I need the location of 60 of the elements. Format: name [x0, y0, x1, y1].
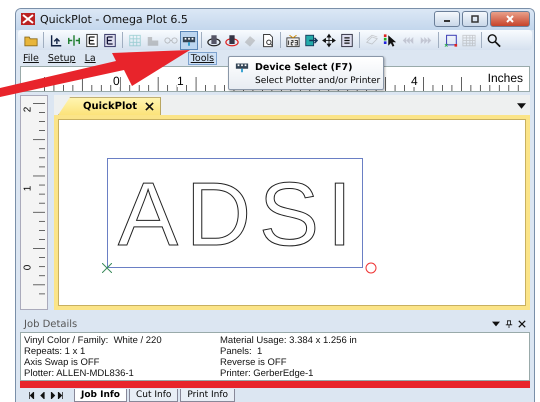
grid-icon: [128, 32, 142, 48]
app-logo-icon: [20, 11, 36, 28]
menu-item[interactable]: Tools: [188, 52, 218, 66]
pointer-icon: [383, 32, 397, 48]
origin-cross-icon: [102, 263, 112, 274]
minimize-button[interactable]: [434, 11, 460, 28]
detail-text: Repeats: 1 x 1: [24, 346, 86, 357]
toolbar-button[interactable]: [180, 30, 198, 50]
sheet-tab[interactable]: Print Info: [180, 388, 235, 402]
move-icon: [322, 32, 336, 48]
tooltip-title: Device Select (F7): [255, 62, 354, 72]
sheet-tab[interactable]: Cut Info: [128, 388, 178, 402]
menu-item[interactable]: La: [82, 52, 99, 66]
ruler-label: 1: [177, 74, 184, 87]
close-icon[interactable]: [518, 320, 526, 328]
print-preview-icon: [261, 32, 275, 48]
ruler-label: 1: [22, 186, 34, 192]
plotter-icon: [225, 32, 239, 48]
numbering-icon: [286, 32, 300, 48]
outlined-lettering: ADSI: [118, 165, 352, 266]
frame-icon: [340, 32, 354, 48]
tooltip-description: Select Plotter and/or Printer: [255, 76, 380, 86]
document-e-icon: [85, 32, 99, 48]
document-e-icon: [103, 32, 117, 48]
ruler-unit: Inches: [488, 70, 523, 85]
panel-title: Job Details: [24, 318, 78, 330]
dropdown-icon[interactable]: [492, 320, 500, 328]
dropdown-icon[interactable]: [517, 103, 526, 110]
detail-text: Plotter: ALLEN-MDL836-1: [24, 368, 135, 379]
sheet-tab[interactable]: Job Info: [74, 388, 127, 402]
maximize-button[interactable]: [462, 11, 488, 28]
close-icon: [505, 14, 515, 24]
detail-text: Axis Swap is OFF: [24, 357, 100, 368]
detail-text: Reverse is OFF: [220, 357, 288, 368]
detail-text: Material Usage: 3.384 x 1.256 in: [220, 335, 358, 346]
ruler-label: 0: [22, 264, 34, 270]
end-point-icon: [365, 262, 377, 274]
glasses-icon: [164, 36, 178, 44]
menu-item[interactable]: Setup: [44, 52, 79, 66]
close-icon[interactable]: [145, 102, 154, 112]
mirror-icon: [67, 32, 81, 48]
maximize-icon: [470, 14, 480, 24]
pin-icon[interactable]: [505, 320, 513, 328]
menu-item[interactable]: File: [20, 52, 42, 66]
ruler-label: 4: [411, 74, 418, 87]
search-icon: [487, 32, 501, 48]
window-title: QuickPlot - Omega Plot 6.5: [40, 12, 188, 26]
close-button[interactable]: [490, 11, 530, 28]
table-icon: [462, 32, 476, 48]
export-icon: [304, 32, 318, 48]
detail-text: Vinyl Color / Family: White / 220: [24, 335, 163, 346]
ruler-label: 0: [113, 74, 120, 87]
document-tab[interactable]: QuickPlot: [58, 97, 162, 116]
plotter-icon: [207, 32, 221, 48]
import-icon: [49, 32, 63, 48]
detail-text: Panels: 1: [220, 346, 264, 357]
ruler-label: 2: [22, 106, 34, 112]
detail-text: Printer: GerberEdge-1: [220, 368, 314, 379]
navigation-arrows-icon[interactable]: [26, 392, 66, 398]
selection-box-icon: [444, 32, 458, 48]
